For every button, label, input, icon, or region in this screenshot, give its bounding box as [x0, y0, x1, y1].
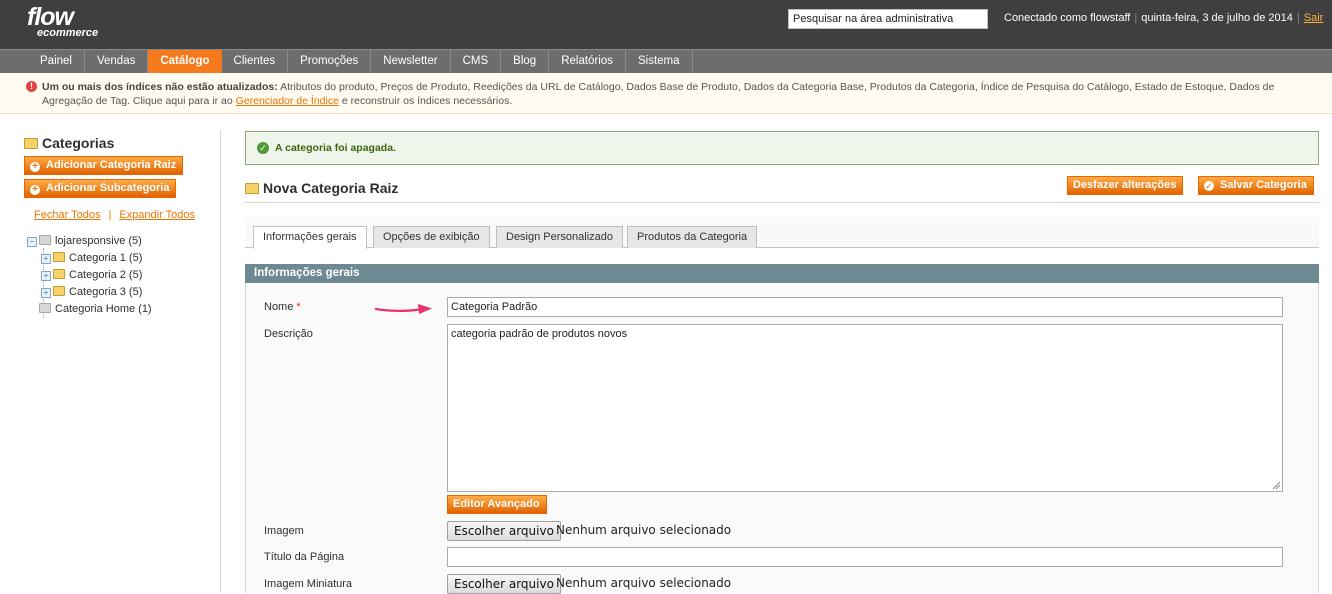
nav-item-vendas[interactable]: Vendas — [85, 50, 149, 73]
folder-icon — [245, 183, 259, 194]
image-label: Imagem — [264, 525, 304, 537]
categories-title: Categorias — [42, 135, 115, 151]
notice-text-end: e reconstruir os índices necessários. — [338, 95, 513, 107]
tab-display-options[interactable]: Opções de exibição — [373, 226, 490, 248]
nav-item-sistema[interactable]: Sistema — [626, 50, 693, 73]
thumbnail-label: Imagem Miniatura — [264, 578, 353, 590]
success-check-icon: ✓ — [257, 142, 269, 154]
image-file-status: Nenhum arquivo selecionado — [556, 523, 732, 537]
section-heading: Informações gerais — [245, 264, 1319, 283]
tab-category-products[interactable]: Produtos da Categoria — [627, 226, 758, 248]
index-notice: ! Um ou mais dos índices não estão atual… — [0, 73, 1332, 114]
tree-node-label: Categoria 1 (5) — [69, 252, 143, 264]
annotation-arrow-icon — [374, 304, 432, 314]
thumbnail-file-status: Nenhum arquivo selecionado — [556, 576, 732, 590]
tree-node-label: lojaresponsive (5) — [55, 235, 142, 247]
tab-general-info[interactable]: Informações gerais — [253, 226, 367, 249]
nav-item-cms[interactable]: CMS — [451, 50, 502, 73]
column-divider — [220, 130, 221, 593]
expand-icon[interactable]: + — [41, 288, 51, 298]
folder-icon — [53, 252, 65, 262]
save-label: Salvar Categoria — [1220, 179, 1307, 191]
logout-link[interactable]: Sair — [1304, 12, 1324, 24]
expand-icon[interactable]: + — [41, 271, 51, 281]
page-title: Nova Categoria Raiz — [245, 180, 398, 196]
collapse-all-link[interactable]: Fechar Todos — [34, 209, 100, 221]
admin-header: flow ecommerce Conectado como flowstaff|… — [0, 0, 1332, 49]
add-root-category-button[interactable]: + Adicionar Categoria Raiz — [24, 156, 184, 175]
wysiwyg-editor-button[interactable]: Editor Avançado — [447, 495, 547, 514]
page-header: Nova Categoria Raiz Desfazer alterações … — [245, 176, 1319, 203]
folder-icon — [53, 269, 65, 279]
folder-icon — [39, 303, 51, 313]
nav-item-painel[interactable]: Painel — [28, 50, 85, 73]
expand-icon[interactable]: + — [41, 254, 51, 264]
add-subcategory-button[interactable]: + Adicionar Subcategoria — [24, 179, 177, 198]
current-date: quinta-feira, 3 de julho de 2014 — [1141, 12, 1293, 24]
tab-custom-design[interactable]: Design Personalizado — [496, 226, 624, 248]
tree-controls: Fechar Todos | Expandir Todos — [34, 209, 195, 221]
notice-heading: Um ou mais dos índices não estão atualiz… — [42, 81, 278, 93]
tree-node-label: Categoria Home (1) — [55, 303, 152, 315]
folder-icon — [24, 138, 38, 149]
plus-icon: + — [30, 162, 40, 172]
tree-node-label: Categoria 2 (5) — [69, 269, 143, 281]
nav-item-catalogo[interactable]: Catálogo — [148, 50, 222, 73]
store-folder-icon — [39, 235, 51, 245]
success-text: A categoria foi apagada. — [275, 142, 396, 154]
folder-icon — [53, 286, 65, 296]
description-text: categoria padrão de produtos novos — [451, 328, 628, 340]
success-message: ✓ A categoria foi apagada. — [245, 131, 1319, 165]
description-label: Descrição — [264, 328, 313, 340]
index-manager-link[interactable]: Gerenciador de Índice — [236, 95, 339, 107]
tree-node-categoria-3[interactable]: + Categoria 3 (5) — [41, 285, 142, 299]
tree-node-root[interactable]: − lojaresponsive (5) — [27, 234, 142, 248]
error-icon: ! — [26, 81, 37, 92]
add-root-label: Adicionar Categoria Raiz — [46, 159, 177, 171]
logo-subtext: ecommerce — [37, 27, 99, 39]
nav-item-relatorios[interactable]: Relatórios — [549, 50, 626, 73]
reset-button[interactable]: Desfazer alterações — [1067, 176, 1184, 195]
page-title-label: Título da Página — [264, 551, 345, 563]
flow-ecommerce-logo[interactable]: flow ecommerce — [27, 3, 99, 39]
tree-node-categoria-2[interactable]: + Categoria 2 (5) — [41, 268, 142, 282]
thumbnail-choose-file-button[interactable]: Escolher arquivo — [447, 574, 561, 594]
categories-heading: Categorias — [24, 135, 114, 151]
tree-node-label: Categoria 3 (5) — [69, 286, 143, 298]
name-input[interactable] — [447, 297, 1283, 317]
logo-text: flow — [27, 3, 74, 31]
save-category-button[interactable]: ✓ Salvar Categoria — [1198, 176, 1314, 195]
nav-item-promocoes[interactable]: Promoções — [288, 50, 372, 73]
image-choose-file-button[interactable]: Escolher arquivo — [447, 521, 561, 541]
page-title-input[interactable] — [447, 547, 1283, 567]
main-nav: Painel Vendas Catálogo Clientes Promoçõe… — [0, 49, 1332, 73]
add-sub-label: Adicionar Subcategoria — [46, 182, 170, 194]
expand-all-link[interactable]: Expandir Todos — [119, 209, 195, 221]
page-title-text: Nova Categoria Raiz — [263, 180, 399, 196]
nav-item-newsletter[interactable]: Newsletter — [371, 50, 451, 73]
name-label-text: Nome — [264, 301, 294, 313]
plus-icon: + — [30, 185, 40, 195]
connected-user: Conectado como flowstaff — [1004, 12, 1131, 24]
admin-search-input[interactable] — [788, 9, 988, 29]
user-info: Conectado como flowstaff | quinta-feira, 3… — [1004, 12, 1324, 24]
name-label: Nome * — [264, 301, 301, 313]
tree-node-categoria-home[interactable]: Categoria Home (1) — [39, 302, 152, 316]
nav-item-blog[interactable]: Blog — [501, 50, 550, 73]
resize-grip-icon[interactable] — [1272, 481, 1280, 489]
nav-item-clientes[interactable]: Clientes — [222, 50, 289, 73]
check-icon: ✓ — [1204, 181, 1214, 191]
description-textarea[interactable]: categoria padrão de produtos novos — [447, 324, 1283, 492]
tree-node-categoria-1[interactable]: + Categoria 1 (5) — [41, 251, 142, 265]
collapse-icon[interactable]: − — [27, 237, 37, 247]
required-mark: * — [296, 301, 301, 313]
